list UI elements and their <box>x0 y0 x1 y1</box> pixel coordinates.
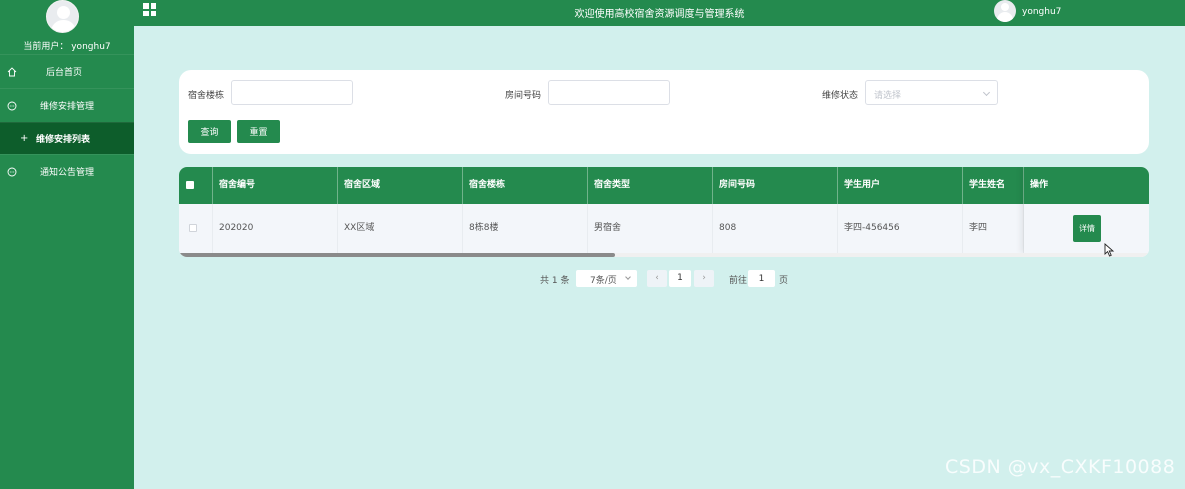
row-checkbox[interactable] <box>189 224 197 232</box>
chevron-down-icon <box>982 88 991 97</box>
header-username[interactable]: yonghu7 <box>1022 7 1061 17</box>
sidebar: 当前用户： yonghu7 后台首页 维修安排管理 + 维修安排列表 通知公告管… <box>0 0 134 489</box>
sidebar-item-repair-management[interactable]: 维修安排管理 <box>0 88 134 122</box>
status-select[interactable]: 请选择 <box>865 80 998 105</box>
reset-button[interactable]: 重置 <box>237 120 280 143</box>
goto-page-input[interactable] <box>748 270 775 287</box>
column-header[interactable]: 宿舍编号 <box>213 167 338 204</box>
sidebar-menu: 后台首页 维修安排管理 + 维修安排列表 通知公告管理 <box>0 54 134 188</box>
column-header[interactable]: 学生姓名 <box>963 167 1024 204</box>
home-icon <box>7 66 17 76</box>
top-header: 欢迎使用高校宿舍资源调度与管理系统 yonghu7 <box>134 0 1185 26</box>
chat-icon <box>7 167 17 176</box>
sidebar-item-repair-list[interactable]: + 维修安排列表 <box>0 122 134 154</box>
table-row: 202020 XX区域 8栋8楼 男宿舍 808 李四-456456 李四 <box>179 204 1149 253</box>
page-size-select[interactable]: 7条/页 <box>576 270 637 287</box>
table-cell: 8栋8楼 <box>463 204 588 253</box>
pagination-total: 共 1 条 <box>540 276 570 286</box>
detail-button[interactable]: 详情 <box>1073 215 1101 242</box>
page-size-value: 7条/页 <box>590 276 617 286</box>
page-number[interactable]: 1 <box>669 270 691 287</box>
cursor-icon <box>1104 243 1115 257</box>
page-suffix-label: 页 <box>779 276 789 286</box>
status-placeholder: 请选择 <box>874 91 902 101</box>
next-page-button[interactable]: › <box>694 270 714 287</box>
sidebar-item-label: 维修安排管理 <box>40 102 95 112</box>
table-header: 宿舍编号 宿舍区域 宿舍楼栋 宿舍类型 房间号码 学生用户 学生姓名 操作 <box>179 167 1149 204</box>
table-cell: 李四 <box>963 204 1024 253</box>
plus-icon: + <box>20 133 29 144</box>
column-header[interactable]: 宿舍类型 <box>588 167 713 204</box>
table-cell: 808 <box>713 204 838 253</box>
scrollbar-thumb[interactable] <box>179 253 615 257</box>
column-header[interactable]: 宿舍区域 <box>338 167 463 204</box>
select-all-cell <box>179 167 213 204</box>
select-all-checkbox[interactable] <box>186 181 194 189</box>
table-cell: 202020 <box>213 204 338 253</box>
sidebar-item-label: 后台首页 <box>46 68 83 78</box>
room-label: 房间号码 <box>505 91 542 101</box>
table-cell: 男宿舍 <box>588 204 713 253</box>
column-header[interactable]: 房间号码 <box>713 167 838 204</box>
sidebar-item-home[interactable]: 后台首页 <box>0 54 134 88</box>
search-form: 宿舍楼栋 房间号码 维修状态 请选择 查询 重置 <box>179 70 1149 154</box>
building-input[interactable] <box>231 80 353 105</box>
sidebar-item-notice-management[interactable]: 通知公告管理 <box>0 154 134 188</box>
header-avatar[interactable] <box>994 0 1016 22</box>
horizontal-scrollbar[interactable] <box>179 253 1149 257</box>
column-header[interactable]: 学生用户 <box>838 167 963 204</box>
data-table: 宿舍编号 宿舍区域 宿舍楼栋 宿舍类型 房间号码 学生用户 学生姓名 操作 20… <box>179 167 1149 257</box>
query-button[interactable]: 查询 <box>188 120 231 143</box>
table-cell: 李四-456456 <box>838 204 963 253</box>
column-header[interactable]: 宿舍楼栋 <box>463 167 588 204</box>
user-avatar[interactable] <box>46 0 79 33</box>
watermark: CSDN @vx_CXKF10088 <box>945 456 1176 478</box>
building-label: 宿舍楼栋 <box>188 91 225 101</box>
current-user-label: 当前用户： yonghu7 <box>23 42 111 52</box>
sidebar-item-label: 通知公告管理 <box>40 168 95 178</box>
room-input[interactable] <box>548 80 670 105</box>
status-label: 维修状态 <box>822 91 859 101</box>
sidebar-item-label: 维修安排列表 <box>36 135 91 145</box>
chat-icon <box>7 101 17 110</box>
table-cell: XX区域 <box>338 204 463 253</box>
prev-page-button[interactable]: ‹ <box>647 270 667 287</box>
goto-label: 前往 <box>729 276 748 286</box>
chevron-down-icon <box>625 274 631 280</box>
